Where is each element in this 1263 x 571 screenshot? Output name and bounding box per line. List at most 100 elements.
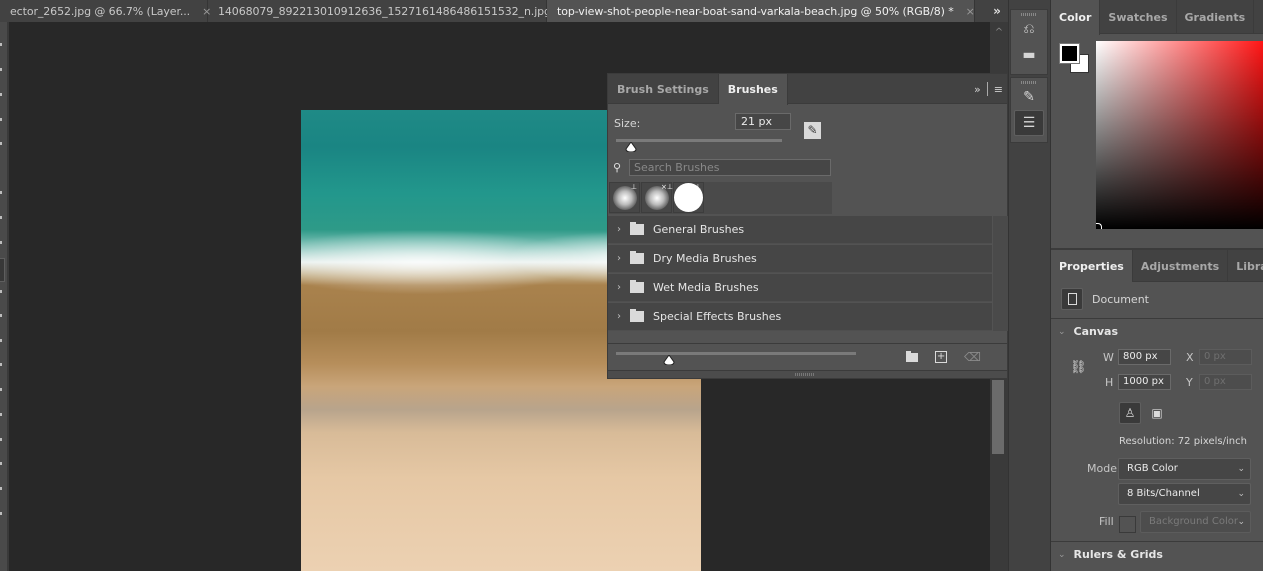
selected-tool[interactable]	[0, 258, 5, 282]
brush-tool-icon[interactable]: ✎	[804, 122, 821, 139]
divider	[1051, 318, 1263, 319]
document-tab[interactable]: ector_2652.jpg @ 66.7% (Layer... ×	[0, 0, 211, 22]
chevron-right-icon[interactable]: ›	[608, 311, 630, 322]
tool-marker	[0, 413, 2, 416]
tab-adjustments[interactable]: Adjustments	[1133, 250, 1229, 282]
divider	[986, 82, 988, 96]
brush-group[interactable]: › Dry Media Brushes	[608, 245, 992, 273]
section-title: Rulers & Grids	[1073, 548, 1163, 561]
color-picker-field[interactable]	[1096, 41, 1263, 229]
brush-group[interactable]: › General Brushes	[608, 216, 992, 244]
fill-color-swatch[interactable]	[1119, 516, 1136, 533]
chevron-down-icon: ⌄	[1058, 326, 1066, 337]
tool-marker	[0, 512, 2, 515]
search-brushes-input[interactable]: Search Brushes	[629, 159, 831, 176]
panel-controls: » ≡	[974, 74, 1003, 104]
height-label: H	[1105, 376, 1114, 389]
new-brush-icon[interactable]: +	[935, 351, 948, 363]
y-input: 0 px	[1199, 374, 1252, 390]
tool-marker	[0, 118, 2, 121]
grip-dots	[795, 373, 815, 376]
history-icon[interactable]: ⎌	[1011, 16, 1047, 42]
tab-brush-settings[interactable]: Brush Settings	[608, 74, 719, 104]
close-icon[interactable]: ×	[966, 5, 975, 18]
tab-patterns[interactable]: Patterns	[1254, 0, 1263, 34]
chevron-right-icon[interactable]: ›	[608, 282, 630, 293]
width-input[interactable]: 800 px	[1118, 349, 1171, 365]
brushes-panel: Brush Settings Brushes » ≡ Size: 21 px ✎…	[607, 73, 1008, 379]
brushes-icon[interactable]: ✎	[1011, 84, 1047, 110]
tool-marker	[0, 363, 2, 366]
document-row: Document	[1061, 288, 1149, 310]
divider	[1051, 541, 1263, 542]
tab-gradients[interactable]: Gradients	[1177, 0, 1255, 34]
width-label: W	[1103, 351, 1114, 364]
rulers-grids-section-header[interactable]: ⌄ Rulers & Grids	[1058, 548, 1163, 561]
foreground-color-swatch[interactable]	[1059, 43, 1080, 64]
document-tab[interactable]: 14068079_892213010912636_152716148648615…	[208, 0, 572, 22]
link-icon[interactable]: ⛓	[1070, 360, 1087, 375]
panel-dock: ⎌ ▬ ✎ ☰	[1008, 0, 1050, 571]
right-panels: Color Swatches Gradients Patterns Proper…	[1050, 0, 1263, 571]
chevron-right-icon[interactable]: ›	[608, 253, 630, 264]
tab-color[interactable]: Color	[1051, 0, 1101, 35]
brush-group-label: Dry Media Brushes	[653, 252, 757, 265]
panel-menu-icon[interactable]: ≡	[994, 83, 1003, 96]
tab-libraries[interactable]: Libraries	[1228, 250, 1263, 282]
fill-dropdown: Background Color ⌄	[1140, 511, 1251, 533]
color-picker-marker[interactable]	[1096, 223, 1102, 229]
brush-size-slider-thumb[interactable]	[625, 142, 637, 152]
canvas-section-header[interactable]: ⌄ Canvas	[1058, 325, 1118, 338]
dock-group: ⎌ ▬	[1010, 9, 1048, 75]
preview-size-slider[interactable]	[616, 352, 856, 355]
tab-label: top-view-shot-people-near-boat-sand-vark…	[557, 4, 954, 18]
new-group-folder-icon[interactable]	[906, 350, 919, 362]
chevron-down-icon: ⌄	[1237, 464, 1245, 474]
collapse-panel-icon[interactable]: »	[974, 83, 981, 96]
tool-marker	[0, 241, 2, 244]
folder-icon	[630, 222, 644, 235]
chevron-right-icon[interactable]: ›	[608, 224, 630, 235]
dock-group: ✎ ☰	[1010, 77, 1048, 143]
document-icon	[1061, 288, 1083, 310]
panel-resize-grip[interactable]	[608, 370, 1007, 378]
folder-icon	[630, 280, 644, 293]
brush-preset[interactable]: ⊥	[609, 182, 640, 213]
brush-preset[interactable]: ×⊥	[641, 182, 673, 213]
chevron-down-icon: ⌄	[1237, 489, 1245, 499]
landscape-orientation-icon[interactable]: ▣	[1148, 404, 1166, 422]
tool-marker	[0, 191, 2, 194]
brush-list-scrollbar[interactable]	[993, 216, 1008, 331]
trash-icon[interactable]: ⌫	[964, 350, 981, 364]
height-input[interactable]: 1000 px	[1118, 374, 1171, 390]
toolbar-strip[interactable]	[0, 22, 9, 571]
brush-preset[interactable]: ⊥	[673, 182, 704, 213]
properties-panel: Properties Adjustments Libraries Documen…	[1051, 248, 1263, 571]
scroll-thumb[interactable]	[992, 380, 1004, 454]
chevrons-right-icon[interactable]: »	[986, 0, 1008, 22]
mode-dropdown[interactable]: RGB Color ⌄	[1118, 458, 1251, 480]
tool-marker	[0, 93, 2, 96]
folder-icon	[630, 309, 644, 322]
brush-settings-icon[interactable]: ☰	[1014, 110, 1044, 136]
tab-swatches[interactable]: Swatches	[1100, 0, 1177, 34]
portrait-orientation-icon[interactable]: ♙	[1119, 402, 1141, 424]
document-tab-active[interactable]: top-view-shot-people-near-boat-sand-vark…	[547, 0, 975, 22]
resolution-text: Resolution: 72 pixels/inch	[1119, 436, 1247, 447]
chevron-down-icon: ⌄	[1237, 517, 1245, 527]
brush-group[interactable]: › Wet Media Brushes	[608, 274, 992, 302]
mode-label: Mode	[1087, 462, 1117, 475]
scroll-up-icon[interactable]: ^	[990, 22, 1008, 44]
tool-marker	[0, 216, 2, 219]
tab-properties[interactable]: Properties	[1051, 250, 1133, 282]
preview-size-slider-thumb[interactable]	[663, 355, 675, 365]
brush-size-input[interactable]: 21 px	[735, 113, 791, 130]
tool-marker	[0, 438, 2, 441]
brush-group[interactable]: › Special Effects Brushes	[608, 303, 992, 331]
brush-size-slider[interactable]	[616, 139, 782, 142]
comments-icon[interactable]: ▬	[1011, 42, 1047, 68]
tool-marker	[0, 339, 2, 342]
tab-brushes[interactable]: Brushes	[718, 74, 788, 105]
bit-depth-dropdown[interactable]: 8 Bits/Channel ⌄	[1118, 483, 1251, 505]
photoshop-window: ector_2652.jpg @ 66.7% (Layer... × 14068…	[0, 0, 1263, 571]
